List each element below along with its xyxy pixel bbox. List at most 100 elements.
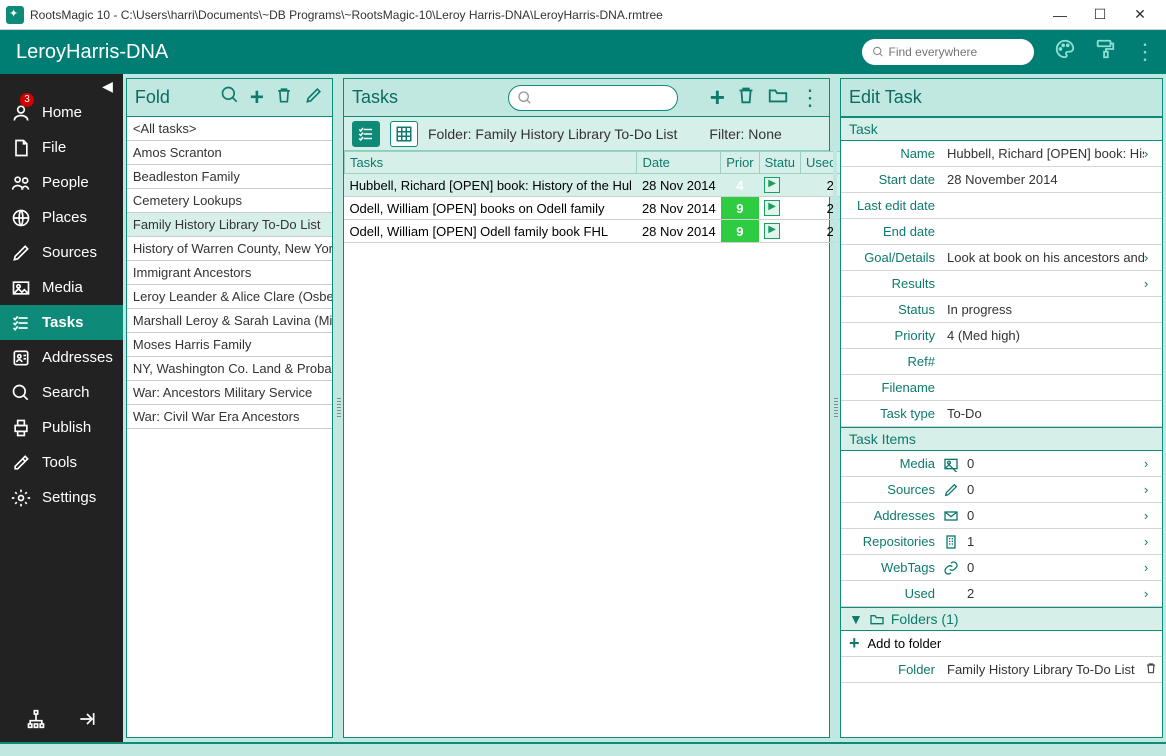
- field-lastedit[interactable]: Last edit date: [841, 193, 1162, 219]
- column-header[interactable]: Statu: [759, 152, 800, 174]
- chevron-right-icon: ›: [1144, 146, 1162, 161]
- goto-end-icon[interactable]: [77, 709, 97, 732]
- field-end[interactable]: End date: [841, 219, 1162, 245]
- folders-delete-icon[interactable]: [274, 85, 294, 111]
- field-value: To-Do: [941, 403, 1162, 424]
- plus-icon: +: [849, 633, 860, 654]
- field-tasktype[interactable]: Task typeTo-Do: [841, 401, 1162, 427]
- field-status[interactable]: StatusIn progress: [841, 297, 1162, 323]
- item-used[interactable]: Used2›: [841, 581, 1162, 607]
- resizer-1[interactable]: [336, 74, 340, 742]
- item-label: WebTags: [841, 560, 941, 575]
- chevron-right-icon: ›: [1144, 534, 1162, 549]
- folder-row[interactable]: War: Ancestors Military Service: [127, 381, 332, 405]
- tasks-search[interactable]: [508, 85, 678, 111]
- item-repos[interactable]: Repositories1›: [841, 529, 1162, 555]
- field-label: Status: [841, 302, 941, 317]
- item-value: 0: [961, 479, 1144, 500]
- sidebar-collapse-icon[interactable]: ◀: [0, 74, 123, 95]
- triangle-down-icon: ▼: [849, 611, 863, 627]
- people-icon: [10, 173, 32, 193]
- list-view-button[interactable]: [352, 121, 380, 147]
- sidebar-item-addresses[interactable]: Addresses: [0, 340, 123, 375]
- sidebar-item-label: Sources: [42, 244, 97, 261]
- column-header[interactable]: Tasks: [344, 152, 637, 174]
- sidebar-item-home[interactable]: 3Home: [0, 95, 123, 130]
- sidebar-item-people[interactable]: People: [0, 165, 123, 200]
- sidebar-item-places[interactable]: Places: [0, 200, 123, 235]
- item-label: Addresses: [841, 508, 941, 523]
- task-row[interactable]: Odell, William [OPEN] Odell family book …: [344, 220, 841, 243]
- field-ref[interactable]: Ref#: [841, 349, 1162, 375]
- folder-row[interactable]: Marshall Leroy & Sarah Lavina (Miller): [127, 309, 332, 333]
- grid-view-button[interactable]: [390, 121, 418, 147]
- family-tree-icon[interactable]: [26, 709, 46, 732]
- folder-row[interactable]: Beadleston Family: [127, 165, 332, 189]
- sidebar-item-publish[interactable]: Publish: [0, 410, 123, 445]
- field-results[interactable]: Results›: [841, 271, 1162, 297]
- sidebar-item-sources[interactable]: Sources: [0, 235, 123, 270]
- tasks-more-icon[interactable]: ⋮: [799, 85, 821, 111]
- field-goal[interactable]: Goal/DetailsLook at book on his ancestor…: [841, 245, 1162, 271]
- delete-folder-icon[interactable]: [1144, 661, 1162, 678]
- column-header[interactable]: Prior: [721, 152, 759, 174]
- field-start[interactable]: Start date28 November 2014: [841, 167, 1162, 193]
- maximize-button[interactable]: ☐: [1080, 0, 1120, 30]
- item-addresses[interactable]: Addresses0›: [841, 503, 1162, 529]
- folder-row[interactable]: History of Warren County, New York: [127, 237, 332, 261]
- sidebar-item-label: Tools: [42, 454, 77, 471]
- search-icon: [872, 45, 884, 59]
- folder-row[interactable]: <All tasks>: [127, 117, 332, 141]
- task-row[interactable]: Hubbell, Richard [OPEN] book: History of…: [344, 174, 841, 197]
- tasks-delete-icon[interactable]: [735, 84, 757, 112]
- field-priority[interactable]: Priority4 (Med high): [841, 323, 1162, 349]
- globe-icon: [10, 208, 32, 228]
- item-sources[interactable]: Sources0›: [841, 477, 1162, 503]
- paint-icon[interactable]: [1094, 38, 1116, 66]
- chevron-right-icon: ›: [1144, 560, 1162, 575]
- folders-search-icon[interactable]: [220, 85, 240, 111]
- folder-row[interactable]: Cemetery Lookups: [127, 189, 332, 213]
- minimize-button[interactable]: ―: [1040, 0, 1080, 30]
- chevron-right-icon: ›: [1144, 482, 1162, 497]
- add-to-folder-row[interactable]: + Add to folder: [841, 631, 1162, 657]
- sidebar-item-tasks[interactable]: Tasks: [0, 305, 123, 340]
- column-header[interactable]: Date: [637, 152, 721, 174]
- folder-row[interactable]: Moses Harris Family: [127, 333, 332, 357]
- more-icon[interactable]: ⋮: [1134, 39, 1156, 65]
- date-cell: 28 Nov 2014: [637, 197, 721, 220]
- folder-row[interactable]: War: Civil War Era Ancestors: [127, 405, 332, 429]
- tasks-add-icon[interactable]: +: [710, 82, 725, 113]
- folder-row[interactable]: Family History Library To-Do List: [127, 213, 332, 237]
- folder-row[interactable]: Immigrant Ancestors: [127, 261, 332, 285]
- sidebar-item-media[interactable]: Media: [0, 270, 123, 305]
- folder-row[interactable]: NY, Washington Co. Land & Probate l: [127, 357, 332, 381]
- resizer-2[interactable]: [833, 74, 837, 742]
- folder-row[interactable]: Leroy Leander & Alice Clare (Osberg): [127, 285, 332, 309]
- field-value: [941, 203, 1162, 209]
- tasks-table[interactable]: TasksDatePriorStatuUsed Hubbell, Richard…: [344, 151, 842, 243]
- play-icon: ▶: [764, 200, 780, 216]
- task-row[interactable]: Odell, William [OPEN] books on Odell fam…: [344, 197, 841, 220]
- global-search-input[interactable]: [888, 45, 1024, 59]
- sidebar-item-tools[interactable]: Tools: [0, 445, 123, 480]
- item-webtags[interactable]: WebTags0›: [841, 555, 1162, 581]
- sidebar-item-settings[interactable]: Settings: [0, 480, 123, 515]
- field-value: 4 (Med high): [941, 325, 1162, 346]
- section-folders[interactable]: ▼ Folders (1): [841, 607, 1162, 631]
- folder-field-row[interactable]: Folder Family History Library To-Do List: [841, 657, 1162, 683]
- close-button[interactable]: ✕: [1120, 0, 1160, 30]
- item-media[interactable]: Media0›: [841, 451, 1162, 477]
- folder-row[interactable]: Amos Scranton: [127, 141, 332, 165]
- global-search[interactable]: [862, 39, 1034, 65]
- sidebar-item-file[interactable]: File: [0, 130, 123, 165]
- folders-add-icon[interactable]: +: [250, 84, 264, 112]
- tasks-folder-icon[interactable]: [767, 84, 789, 112]
- folder-list[interactable]: <All tasks>Amos ScrantonBeadleston Famil…: [127, 117, 332, 429]
- folders-edit-icon[interactable]: [304, 85, 324, 111]
- folders-title: Fold: [135, 87, 170, 108]
- palette-icon[interactable]: [1054, 38, 1076, 66]
- field-filename[interactable]: Filename: [841, 375, 1162, 401]
- sidebar-item-search[interactable]: Search: [0, 375, 123, 410]
- field-name[interactable]: NameHubbell, Richard [OPEN] book: Histor…: [841, 141, 1162, 167]
